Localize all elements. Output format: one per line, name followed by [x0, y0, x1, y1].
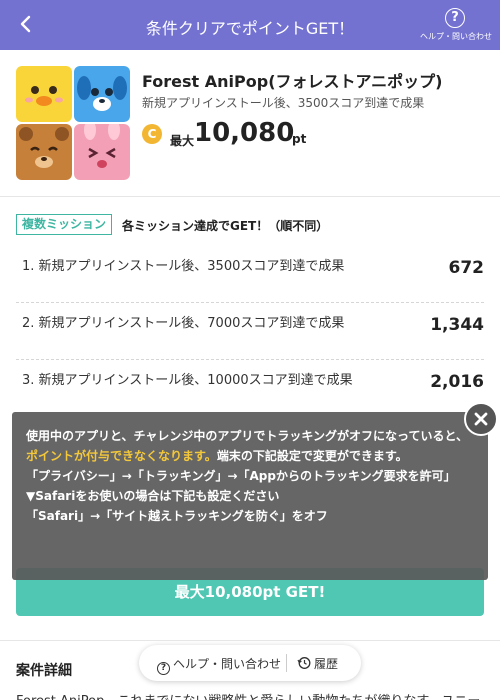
mission-row: 3. 新規アプリインストール後、10000スコア到達で成果 2,016	[16, 372, 484, 416]
close-overlay-button[interactable]	[464, 402, 498, 436]
warning-text: 使用中のアプリと、チャレンジ中のアプリでトラッキングがオフになっていると、ポイン…	[26, 426, 474, 466]
help-link[interactable]: ? ヘルプ・問い合わせ	[157, 655, 281, 675]
safari-setting-path: 「Safari」→「サイト越えトラッキングを防ぐ」をオフ	[26, 509, 328, 523]
safari-note: ▼Safariをお使いの場合は下記も設定ください	[26, 489, 280, 503]
warning-text-pre: 使用中のアプリと、チャレンジ中のアプリでトラッキングがオフになっていると、	[26, 429, 468, 443]
help-button[interactable]: ? ヘルプ・問い合わせ	[420, 8, 492, 42]
detail-title: 案件詳細	[16, 663, 72, 679]
bear-tile	[16, 124, 72, 180]
coin-icon: C	[142, 124, 162, 144]
mission-row: 1. 新規アプリインストール後、3500スコア到達で成果 672	[16, 258, 485, 303]
help-link-label: ヘルプ・問い合わせ	[173, 657, 282, 671]
app-subtitle: 新規アプリインストール後、3500スコア到達で成果	[142, 96, 425, 110]
help-label: ヘルプ・問い合わせ	[420, 32, 492, 41]
divider	[0, 640, 500, 641]
question-icon: ?	[157, 662, 170, 675]
history-link-label: 履歴	[314, 657, 339, 671]
row-divider	[16, 302, 484, 303]
mission-row: 2. 新規アプリインストール後、7000スコア到達で成果 1,344	[16, 315, 484, 360]
warning-text-post: 端末の下記設定で変更ができます。	[216, 449, 408, 463]
tracking-warning-overlay: 使用中のアプリと、チャレンジ中のアプリでトラッキングがオフになっていると、ポイン…	[12, 412, 488, 580]
mission-text: 3. 新規アプリインストール後、10000スコア到達で成果	[22, 373, 353, 388]
top-bar: 条件クリアでポイントGET！ ? ヘルプ・問い合わせ	[0, 0, 500, 50]
app-name: Forest AniPop(フォレストアニポップ)	[142, 72, 443, 91]
mission-text: 2. 新規アプリインストール後、7000スコア到達で成果	[22, 316, 345, 331]
question-icon: ?	[445, 8, 465, 28]
history-icon	[297, 657, 311, 669]
row-divider	[16, 359, 484, 360]
tracking-setting-path: 「プライバシー」→「トラッキング」→「Appからのトラッキング要求を許可」	[26, 469, 456, 483]
bunny-tile	[74, 124, 130, 180]
close-icon	[474, 412, 488, 426]
points-unit: pt	[292, 132, 307, 146]
multi-mission-badge: 複数ミッション	[16, 214, 113, 235]
divider	[0, 196, 500, 197]
mission-points: 2,016	[430, 372, 484, 392]
mission-heading: 各ミッション達成でGET！（順不同）	[122, 219, 329, 233]
app-icon	[16, 66, 130, 180]
chick-tile	[16, 66, 72, 122]
puppy-tile	[74, 66, 130, 122]
points-value: 10,080	[194, 118, 295, 148]
mission-points: 672	[448, 258, 485, 278]
mission-points: 1,344	[430, 315, 484, 335]
detail-body: Forest AniPop、これまでにない戦略性と愛らしい動物たちが織りなす、ユ…	[16, 690, 480, 700]
warning-highlight: ポイントが付与できなくなります。	[26, 449, 217, 463]
bottom-action-bar: ? ヘルプ・問い合わせ 履歴	[139, 645, 361, 681]
mission-text: 1. 新規アプリインストール後、3500スコア到達で成果	[22, 259, 345, 274]
separator	[286, 654, 287, 672]
app-card: Forest AniPop(フォレストアニポップ) 新規アプリインストール後、3…	[16, 66, 486, 182]
history-link[interactable]: 履歴	[297, 655, 338, 672]
points-prefix: 最大	[170, 134, 195, 148]
